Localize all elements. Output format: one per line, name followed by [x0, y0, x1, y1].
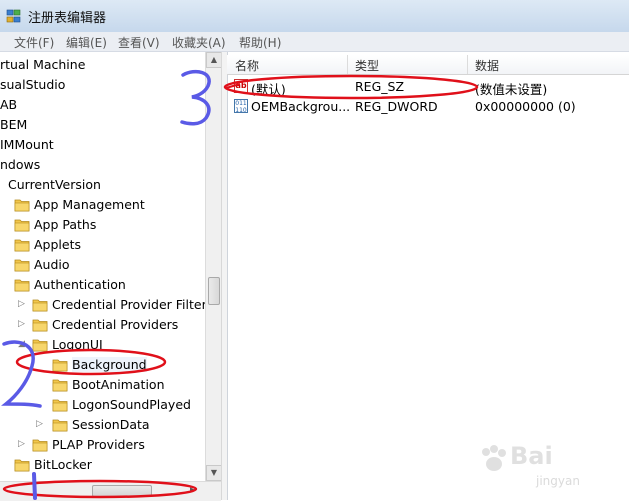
- tree-item-logonsoundplayed[interactable]: LogonSoundPlayed: [0, 396, 205, 414]
- tree-item-label: SessionData: [72, 417, 150, 432]
- tree-item-label: ndows: [0, 157, 41, 172]
- watermark-brand: Bai: [510, 442, 553, 470]
- column-name[interactable]: 名称: [235, 57, 259, 74]
- tree-item-label: Credential Provider Filters: [52, 297, 206, 312]
- scroll-down-button[interactable]: ▼: [206, 465, 222, 481]
- registry-editor-icon: [6, 9, 21, 23]
- tree-item-label: BitLocker: [34, 457, 92, 472]
- menu-file[interactable]: 文件(F): [14, 34, 54, 51]
- tree-item-label: sualStudio: [0, 77, 66, 92]
- scroll-right-icon[interactable]: ▸: [190, 485, 195, 495]
- column-divider[interactable]: [467, 55, 468, 74]
- folder-icon: [14, 239, 30, 252]
- tree-item-bitlocker[interactable]: BitLocker: [0, 456, 205, 474]
- tree-item-label: CurrentVersion: [8, 177, 101, 192]
- tree-item-label: PLAP Providers: [52, 437, 145, 452]
- tree-item-sualstudio[interactable]: sualStudio: [0, 76, 205, 94]
- tree-item-label: LogonSoundPlayed: [72, 397, 191, 412]
- expand-arrow-icon[interactable]: ▷: [18, 299, 26, 309]
- tree-item-logonui[interactable]: ◢ LogonUI: [0, 336, 205, 354]
- values-pane[interactable]: [227, 52, 629, 500]
- tree-item-ab[interactable]: AB: [0, 96, 205, 114]
- tree-item-label: LogonUI: [52, 337, 103, 352]
- tree-item-label: Background: [72, 357, 147, 372]
- folder-icon: [32, 439, 48, 452]
- folder-icon: [52, 359, 68, 372]
- tree-vertical-scrollbar[interactable]: ▲ ▼: [205, 52, 222, 481]
- menu-help[interactable]: 帮助(H): [239, 34, 281, 51]
- binary-value-icon: 011 110: [234, 99, 248, 114]
- values-column-header: 名称 类型 数据: [227, 55, 629, 75]
- tree-item-label: BootAnimation: [72, 377, 165, 392]
- value-data: (数值未设置): [475, 82, 548, 97]
- folder-icon: [14, 199, 30, 212]
- folder-icon: [52, 419, 68, 432]
- tree-item-bootanimation[interactable]: BootAnimation: [0, 376, 205, 394]
- folder-icon: [14, 219, 30, 232]
- tree-item-authentication[interactable]: Authentication: [0, 276, 205, 294]
- scroll-up-button[interactable]: ▲: [206, 52, 222, 68]
- collapse-arrow-icon[interactable]: ◢: [18, 339, 26, 349]
- value-row[interactable]: 011 110 OEMBackgrou... REG_DWORD 0x000000…: [227, 97, 629, 117]
- tree-item-label: Audio: [34, 257, 70, 272]
- value-type: REG_DWORD: [355, 99, 438, 114]
- tree-item-plap-providers[interactable]: ▷ PLAP Providers: [0, 436, 205, 454]
- tree-item-audio[interactable]: Audio: [0, 256, 205, 274]
- expand-arrow-icon[interactable]: ▷: [18, 439, 26, 449]
- value-data: 0x00000000 (0): [475, 99, 576, 114]
- menu-view[interactable]: 查看(V): [118, 34, 160, 51]
- folder-icon: [32, 319, 48, 332]
- folder-icon: [14, 459, 30, 472]
- folder-icon: [14, 259, 30, 272]
- tree-item-label: BEM: [0, 117, 28, 132]
- tree-item-label: Credential Providers: [52, 317, 179, 332]
- tree-item-label: IMMount: [0, 137, 54, 152]
- string-value-icon: ab: [234, 79, 248, 93]
- tree-item-immount[interactable]: IMMount: [0, 136, 205, 154]
- folder-icon: [32, 299, 48, 312]
- expand-arrow-icon[interactable]: ▷: [18, 319, 26, 329]
- tree-item-credential-provider-filters[interactable]: ▷ Credential Provider Filters: [0, 296, 205, 314]
- column-type[interactable]: 类型: [355, 57, 379, 74]
- paw-icon: [482, 445, 506, 471]
- tree-item-app-paths[interactable]: App Paths: [0, 216, 205, 234]
- menu-edit[interactable]: 编辑(E): [66, 34, 107, 51]
- watermark-sub: jingyan: [536, 474, 580, 488]
- value-row[interactable]: ab (默认) REG_SZ (数值未设置): [227, 77, 629, 97]
- folder-icon: [52, 399, 68, 412]
- tree-item-applets[interactable]: Applets: [0, 236, 205, 254]
- menu-bar: 文件(F) 编辑(E) 查看(V) 收藏夹(A) 帮助(H): [0, 32, 629, 52]
- tree-item-label: Applets: [34, 237, 81, 252]
- tree-item-label: AB: [0, 97, 18, 112]
- value-name: (默认): [251, 82, 286, 97]
- window-title: 注册表编辑器: [28, 11, 107, 26]
- menu-favorites[interactable]: 收藏夹(A): [172, 34, 226, 51]
- tree-item-currentversion[interactable]: CurrentVersion: [0, 176, 205, 194]
- tree-item-sessiondata[interactable]: ▷ SessionData: [0, 416, 205, 434]
- tree-item-bem[interactable]: BEM: [0, 116, 205, 134]
- tree-item-label: App Paths: [34, 217, 97, 232]
- tree-horizontal-scrollbar[interactable]: ▸: [0, 481, 221, 501]
- horizontal-scroll-thumb[interactable]: [92, 485, 152, 497]
- tree-item-label: App Management: [34, 197, 145, 212]
- expand-arrow-icon[interactable]: ▷: [36, 419, 44, 429]
- column-divider[interactable]: [347, 55, 348, 74]
- registry-key-tree[interactable]: rtual Machine sualStudio AB BEM IMMount ndows…: [0, 52, 206, 481]
- tree-item-label: Authentication: [34, 277, 126, 292]
- title-bar: 注册表编辑器: [0, 0, 629, 33]
- value-name: OEMBackgrou...: [251, 99, 351, 114]
- column-data[interactable]: 数据: [475, 57, 499, 74]
- baidu-watermark: Bai jingyan: [478, 436, 628, 496]
- tree-item-label: rtual Machine: [0, 57, 86, 72]
- value-type: REG_SZ: [355, 79, 405, 94]
- tree-item-rtual-machine[interactable]: rtual Machine: [0, 56, 205, 74]
- folder-icon: [32, 339, 48, 352]
- tree-item-ndows[interactable]: ndows: [0, 156, 205, 174]
- tree-item-app-management[interactable]: App Management: [0, 196, 205, 214]
- folder-icon: [52, 379, 68, 392]
- scroll-thumb[interactable]: [208, 277, 220, 305]
- tree-item-credential-providers[interactable]: ▷ Credential Providers: [0, 316, 205, 334]
- folder-icon: [14, 279, 30, 292]
- tree-item-background[interactable]: Background: [0, 356, 205, 374]
